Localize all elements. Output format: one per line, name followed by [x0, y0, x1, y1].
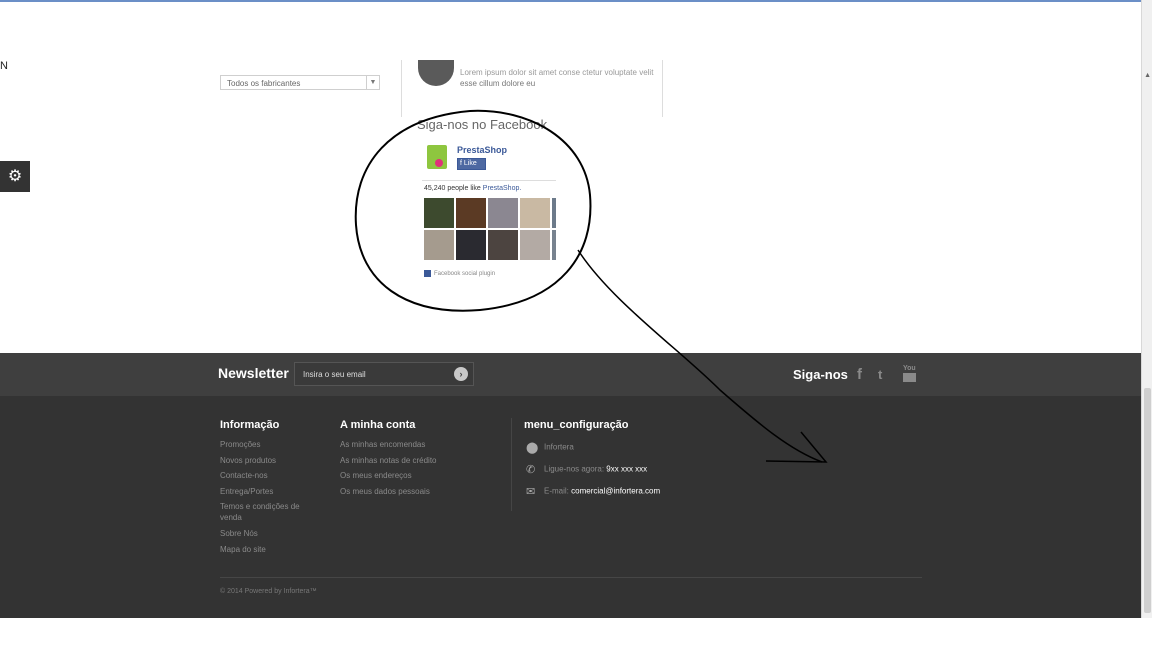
footer-column-divider	[511, 418, 512, 511]
prestashop-logo-icon[interactable]	[427, 145, 447, 169]
manufacturer-select-value: Todos os fabricantes	[227, 79, 301, 88]
promo-text-line1: Lorem ipsum dolor sit amet conse ctetur …	[460, 68, 654, 77]
facebook-face-avatar[interactable]	[552, 198, 556, 228]
footer-store-title: menu_configuração	[524, 419, 629, 431]
manufacturer-select[interactable]: Todos os fabricantes ▼	[220, 75, 380, 90]
footer-link-encomendas[interactable]: As minhas encomendas	[340, 437, 437, 453]
facebook-face-avatar[interactable]	[456, 198, 486, 228]
social-follow-label: Siga-nos	[793, 367, 848, 382]
facebook-social-plugin[interactable]: Facebook social plugin	[424, 270, 495, 277]
facebook-likes-count: 45,240 people like PrestaShop.	[424, 185, 521, 192]
facebook-icon[interactable]: f	[857, 366, 862, 383]
envelope-icon: ✉	[526, 486, 536, 498]
footer-link-entrega-portes[interactable]: Entrega/Portes	[220, 484, 315, 500]
footer-link-enderecos[interactable]: Os meus endereços	[340, 468, 437, 484]
youtube-icon-box	[903, 373, 916, 382]
facebook-face-avatar[interactable]	[552, 230, 556, 260]
footer-link-novos-produtos[interactable]: Novos produtos	[220, 453, 315, 469]
left-edge-mark: N	[0, 60, 8, 72]
scroll-up-arrow-icon[interactable]: ▲	[1144, 72, 1151, 79]
newsletter-placeholder: Insira o seu email	[303, 370, 366, 379]
youtube-icon[interactable]: You	[903, 365, 916, 385]
youtube-icon-text: You	[903, 365, 916, 372]
footer-newsletter-bar	[0, 353, 1142, 396]
footer-account-title: A minha conta	[340, 419, 416, 431]
store-phone: 9xx xxx xxx	[606, 464, 648, 474]
footer-account-list: As minhas encomendas As minhas notas de …	[340, 437, 437, 499]
facebook-like-label: Like	[463, 160, 477, 167]
gears-icon[interactable]: ⚙	[0, 161, 30, 192]
scrollbar-thumb[interactable]	[1144, 388, 1151, 613]
footer-link-contacte-nos[interactable]: Contacte-nos	[220, 468, 315, 484]
footer-link-promocoes[interactable]: Promoções	[220, 437, 315, 453]
facebook-face-avatar[interactable]	[488, 198, 518, 228]
store-address-row: ⬤ Infortera	[526, 441, 574, 454]
browser-top-border	[0, 0, 1152, 2]
store-name: Infortera	[544, 442, 574, 452]
facebook-likes-page-link[interactable]: PrestaShop.	[483, 185, 522, 192]
store-phone-row: ✆ Ligue-nos agora: 9xx xxx xxx	[526, 463, 647, 476]
newsletter-label: Newsletter	[218, 365, 289, 381]
copyright-text: © 2014 Powered by Infortera™	[220, 588, 317, 595]
footer-link-sobre-nos[interactable]: Sobre Nós	[220, 526, 315, 542]
chevron-down-icon[interactable]: ▼	[366, 76, 379, 89]
facebook-block-title: Siga-nos no Facebook	[417, 117, 548, 132]
store-email-row: ✉ E-mail: comercial@infortera.com	[526, 485, 660, 498]
facebook-face-avatar[interactable]	[520, 230, 550, 260]
facebook-like-button[interactable]: f Like	[457, 158, 486, 170]
footer-rule	[220, 577, 922, 578]
chevron-right-icon[interactable]: ›	[454, 367, 468, 381]
footer-info-title: Informação	[220, 419, 280, 431]
store-email-label: E-mail:	[544, 486, 569, 496]
footer-link-notas-credito[interactable]: As minhas notas de crédito	[340, 453, 437, 469]
footer-link-dados-pessoais[interactable]: Os meus dados pessoais	[340, 484, 437, 500]
facebook-face-avatar[interactable]	[424, 198, 454, 228]
facebook-face-avatar[interactable]	[424, 230, 454, 260]
facebook-likes-prefix: 45,240 people like	[424, 185, 481, 192]
twitter-icon[interactable]: t	[878, 367, 882, 382]
facebook-plugin-label: Facebook social plugin	[434, 271, 496, 278]
promo-text-line2: esse cillum dolore eu	[460, 79, 536, 88]
facebook-face-avatar[interactable]	[520, 198, 550, 228]
facebook-divider	[422, 180, 556, 181]
store-email[interactable]: comercial@infortera.com	[571, 487, 660, 496]
facebook-like-box: PrestaShop f Like 45,240 people like Pre…	[422, 140, 556, 280]
promo-text: Lorem ipsum dolor sit amet conse ctetur …	[460, 67, 655, 90]
facebook-small-icon	[424, 270, 431, 277]
facebook-face-avatar[interactable]	[456, 230, 486, 260]
phone-icon: ✆	[526, 464, 536, 476]
footer-link-termos[interactable]: Temos e condições de venda	[220, 501, 315, 523]
facebook-page-name[interactable]: PrestaShop	[457, 145, 507, 155]
footer-link-mapa-do-site[interactable]: Mapa do site	[220, 542, 315, 558]
map-pin-icon: ⬤	[526, 442, 539, 454]
store-phone-label: Ligue-nos agora:	[544, 464, 605, 474]
facebook-face-avatar[interactable]	[488, 230, 518, 260]
newsletter-email-input[interactable]: Insira o seu email ›	[294, 362, 474, 386]
scrollbar[interactable]: ▲	[1141, 0, 1152, 618]
footer-info-list: Promoções Novos produtos Contacte-nos En…	[220, 437, 315, 557]
